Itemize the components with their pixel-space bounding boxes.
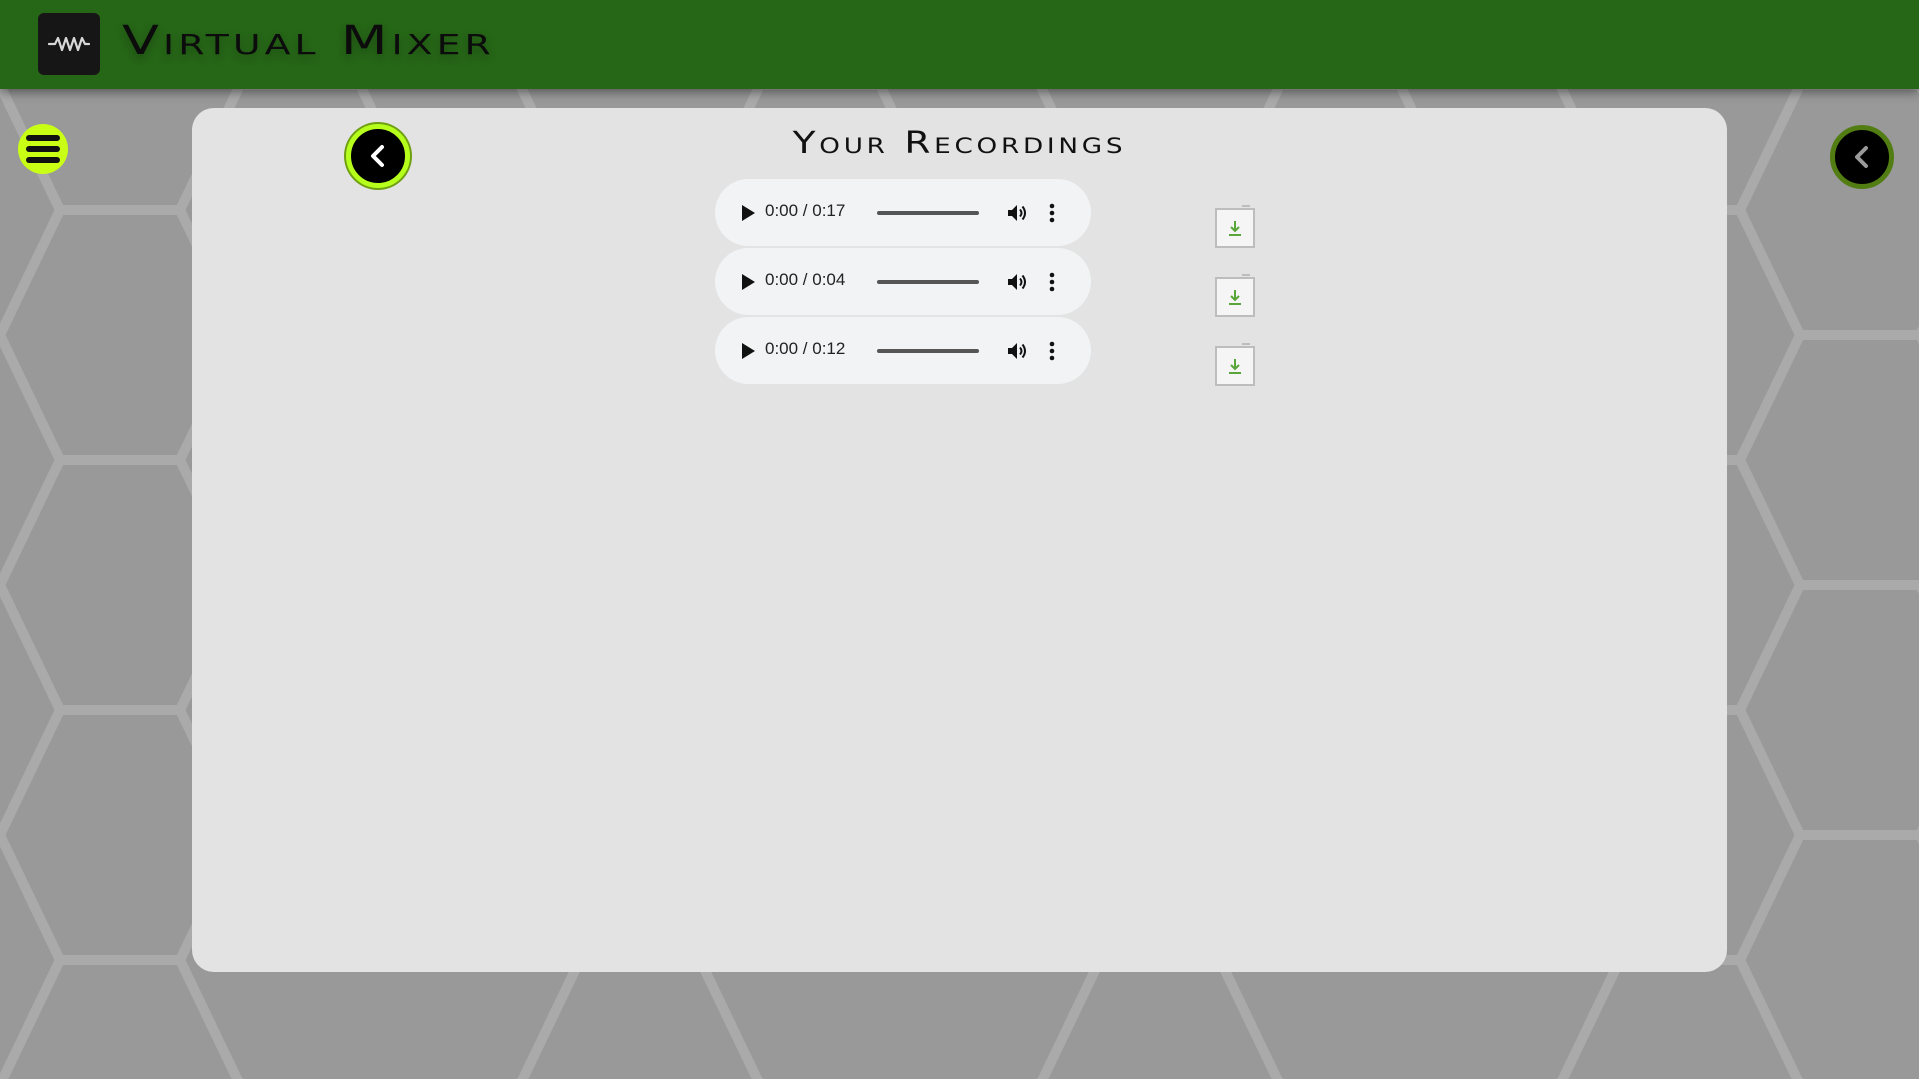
audio-player[interactable]: 0:00 / 0:12 bbox=[715, 317, 1091, 384]
playback-time: 0:00 / 0:12 bbox=[765, 339, 846, 358]
page-title: Your Recordings bbox=[192, 126, 1727, 161]
page-title-text: Your Recordings bbox=[792, 126, 1127, 161]
download-button[interactable] bbox=[1215, 274, 1255, 317]
audio-player[interactable]: 0:00 / 0:17 bbox=[715, 179, 1091, 246]
app-logo[interactable] bbox=[38, 13, 100, 75]
waveform-icon bbox=[47, 36, 91, 52]
download-button[interactable] bbox=[1215, 205, 1255, 248]
back-button-right[interactable] bbox=[1830, 125, 1894, 189]
menu-bar bbox=[26, 146, 60, 152]
audio-player[interactable]: 0:00 / 0:04 bbox=[715, 248, 1091, 315]
hamburger-menu-icon[interactable] bbox=[18, 124, 68, 174]
progress-slider[interactable] bbox=[877, 211, 979, 215]
play-icon[interactable] bbox=[739, 341, 757, 361]
progress-slider[interactable] bbox=[877, 280, 979, 284]
more-options-icon[interactable] bbox=[1047, 339, 1057, 363]
app-header: Virtual Mixer bbox=[0, 0, 1919, 89]
more-options-icon[interactable] bbox=[1047, 270, 1057, 294]
volume-icon[interactable] bbox=[1005, 270, 1029, 294]
playback-time: 0:00 / 0:04 bbox=[765, 270, 846, 289]
download-icon bbox=[1229, 290, 1241, 305]
download-icon bbox=[1229, 359, 1241, 374]
play-icon[interactable] bbox=[739, 203, 757, 223]
menu-bar bbox=[26, 157, 60, 163]
volume-icon[interactable] bbox=[1005, 339, 1029, 363]
download-icon bbox=[1229, 221, 1241, 236]
volume-icon[interactable] bbox=[1005, 201, 1029, 225]
playback-time: 0:00 / 0:17 bbox=[765, 201, 846, 220]
recordings-panel: Your Recordings 0:00 / 0:17 0:00 / 0:04 bbox=[192, 108, 1727, 972]
download-button[interactable] bbox=[1215, 343, 1255, 386]
progress-slider[interactable] bbox=[877, 349, 979, 353]
play-icon[interactable] bbox=[739, 272, 757, 292]
chevron-left-icon bbox=[1855, 146, 1868, 168]
menu-bar bbox=[26, 135, 60, 141]
app-title: Virtual Mixer bbox=[122, 18, 495, 64]
more-options-icon[interactable] bbox=[1047, 201, 1057, 225]
